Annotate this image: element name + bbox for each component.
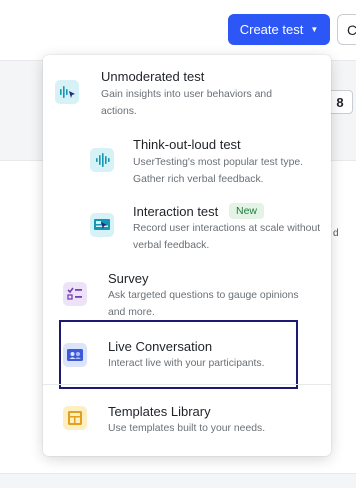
caret-down-icon: ▼ bbox=[310, 24, 319, 34]
create-test-button[interactable]: Create test ▼ bbox=[228, 14, 330, 45]
menu-item-survey[interactable]: Survey Ask targeted questions to gauge o… bbox=[43, 262, 331, 322]
waveform-icon bbox=[90, 148, 114, 172]
survey-title: Survey bbox=[108, 271, 149, 286]
new-badge: New bbox=[229, 203, 265, 219]
template-layout-icon bbox=[63, 406, 87, 430]
background-text-fragment: d bbox=[333, 228, 339, 239]
interaction-description: Record user interactions at scale withou… bbox=[133, 223, 321, 251]
partial-button-label: C bbox=[347, 21, 356, 38]
interaction-title: Interaction test bbox=[133, 204, 219, 219]
create-test-label: Create test bbox=[239, 22, 304, 37]
partial-button[interactable]: C bbox=[337, 14, 356, 45]
checklist-icon bbox=[63, 282, 87, 306]
menu-item-templates-library[interactable]: Templates Library Use templates built to… bbox=[43, 396, 331, 446]
think-out-loud-description: UserTesting's most popular test type. Ga… bbox=[133, 157, 304, 185]
templates-description: Use templates built to your needs. bbox=[108, 423, 266, 434]
top-bar: Create test ▼ C bbox=[0, 0, 356, 61]
menu-item-interaction-test[interactable]: Interaction test New Record user interac… bbox=[43, 194, 331, 256]
survey-description: Ask targeted questions to gauge opinions… bbox=[108, 290, 299, 318]
cursor-waveform-icon bbox=[55, 80, 79, 104]
unmoderated-description: Gain insights into user behaviors and ac… bbox=[101, 89, 272, 117]
live-conversation-highlight-box bbox=[59, 320, 298, 389]
unmoderated-title: Unmoderated test bbox=[101, 69, 205, 84]
cursor-screen-icon bbox=[90, 213, 114, 237]
menu-divider bbox=[43, 384, 331, 385]
menu-item-unmoderated-test[interactable]: Unmoderated test Gain insights into user… bbox=[43, 60, 331, 126]
templates-title: Templates Library bbox=[108, 404, 211, 419]
think-out-loud-title: Think-out-loud test bbox=[133, 137, 241, 152]
menu-item-think-out-loud-test[interactable]: Think-out-loud test UserTesting's most p… bbox=[43, 128, 331, 190]
